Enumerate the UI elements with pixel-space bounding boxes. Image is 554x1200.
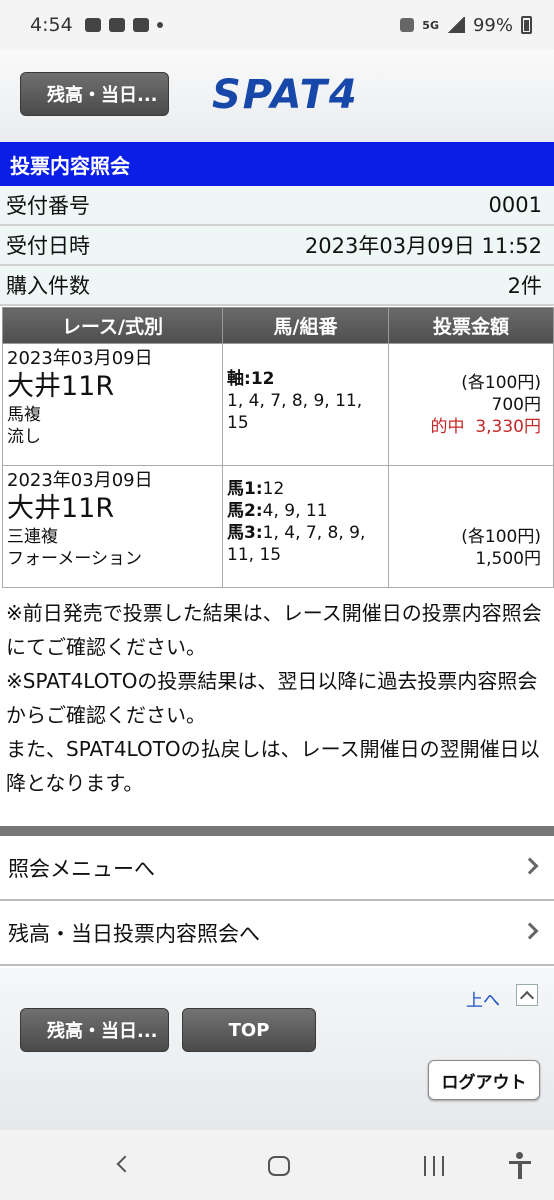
mute-icon — [400, 18, 415, 32]
col-header-race: レース/式別 — [2, 307, 223, 344]
race-date: 2023年03月09日 — [7, 470, 153, 491]
chevron-right-icon — [521, 922, 539, 940]
col-header-combo: 馬/組番 — [222, 307, 389, 344]
battery-percent: 99% — [472, 14, 513, 36]
bets-table: レース/式別 馬/組番 投票金額 2023年03月09日 大井11R 馬複 流し… — [2, 307, 554, 588]
arrow-up-icon[interactable] — [516, 984, 538, 1006]
divider — [0, 826, 554, 836]
info-row: 受付番号 0001 — [0, 186, 554, 226]
bet-amount: 1,500円 — [475, 549, 541, 569]
status-bar: 4:54 5G 99% — [0, 0, 554, 50]
site-footer: 上へ 残高・当日... TOP ログアウト — [0, 968, 554, 1130]
accessibility-icon[interactable] — [509, 1152, 531, 1180]
menu-item-inquiry[interactable]: 照会メニューへ — [0, 836, 554, 901]
nav-recents-icon[interactable] — [424, 1156, 444, 1176]
race-date: 2023年03月09日 — [7, 348, 153, 369]
notification-icon — [84, 18, 101, 32]
info-label: 購入件数 — [6, 274, 90, 298]
hit-payout: 的中 3,330円 — [430, 416, 541, 437]
bet-method: フォーメーション — [7, 549, 142, 569]
signal-icon — [446, 17, 465, 33]
line-app-icon — [108, 18, 125, 32]
receipt-info: 受付番号 0001 受付日時 2023年03月09日 11:52 購入件数 2件 — [0, 186, 554, 306]
top-button[interactable]: TOP — [182, 1008, 316, 1052]
status-time: 4:54 — [30, 14, 73, 36]
nav-back-icon[interactable] — [116, 1155, 134, 1173]
bet-type: 馬複 — [7, 405, 41, 425]
youtube-icon — [132, 18, 149, 32]
bet-method: 流し — [7, 427, 41, 447]
spat4-logo: SPAT4 — [212, 72, 359, 118]
note-text: また、SPAT4LOTOの払戻しは、レース開催日の翌開催日以降となります。 — [6, 737, 540, 795]
info-value: 2件 — [507, 274, 542, 298]
menu-item-balance[interactable]: 残高・当日投票内容照会へ — [0, 901, 554, 966]
combo-line: 1, 4, 7, 8, 9, 11, — [227, 391, 363, 411]
logout-button[interactable]: ログアウト — [428, 1060, 540, 1100]
bet-amount: 700円 — [491, 394, 541, 415]
race-name: 大井11R — [7, 493, 115, 524]
info-row: 受付日時 2023年03月09日 11:52 — [0, 226, 554, 266]
notes: ※前日発売で投票した結果は、レース開催日の投票内容照会にてご確認ください。 ※S… — [0, 596, 554, 800]
back-to-balance-button[interactable]: 残高・当日... — [20, 72, 169, 116]
combo-line: 15 — [227, 413, 249, 433]
chevron-right-icon — [521, 857, 539, 875]
menu-item-label: 照会メニューへ — [8, 856, 155, 881]
combo-line: 馬3:1, 4, 7, 8, 9, — [227, 523, 366, 543]
back-to-balance-button[interactable]: 残高・当日... — [20, 1008, 169, 1052]
combo-line: 馬2:4, 9, 11 — [227, 501, 328, 521]
unit-amount: (各100円) — [461, 527, 541, 547]
nav-home-icon[interactable] — [268, 1156, 290, 1176]
info-label: 受付日時 — [6, 234, 90, 258]
scroll-top-link[interactable]: 上へ — [466, 986, 500, 1011]
link-menu: 照会メニューへ 残高・当日投票内容照会へ — [0, 836, 554, 966]
menu-item-label: 残高・当日投票内容照会へ — [8, 921, 260, 946]
col-header-amount: 投票金額 — [388, 307, 554, 344]
note-text: ※SPAT4LOTOの投票結果は、翌日以降に過去投票内容照会からご確認ください。 — [6, 669, 538, 727]
unit-amount: (各100円) — [461, 372, 541, 393]
info-value: 2023年03月09日 11:52 — [304, 234, 542, 258]
table-row: 2023年03月09日 大井11R 馬複 流し 軸:12 1, 4, 7, 8,… — [2, 343, 554, 466]
network-type: 5G — [422, 18, 439, 32]
info-label: 受付番号 — [6, 194, 90, 218]
combo-line: 軸:12 — [227, 369, 275, 389]
combo-line: 11, 15 — [227, 545, 282, 565]
site-header: 残高・当日... SPAT4 — [0, 50, 554, 142]
info-row: 購入件数 2件 — [0, 266, 554, 306]
more-notifications-icon — [156, 22, 163, 28]
info-value: 0001 — [488, 193, 542, 217]
combo-line: 馬1:12 — [227, 479, 285, 499]
table-row: 2023年03月09日 大井11R 三連複 フォーメーション 馬1:12 馬2:… — [2, 465, 554, 588]
system-nav-bar — [0, 1130, 554, 1200]
note-text: ※前日発売で投票した結果は、レース開催日の投票内容照会にてご確認ください。 — [6, 601, 542, 659]
bet-type: 三連複 — [7, 527, 58, 547]
page-title: 投票内容照会 — [0, 142, 554, 186]
battery-icon — [521, 16, 532, 34]
race-name: 大井11R — [7, 371, 115, 402]
